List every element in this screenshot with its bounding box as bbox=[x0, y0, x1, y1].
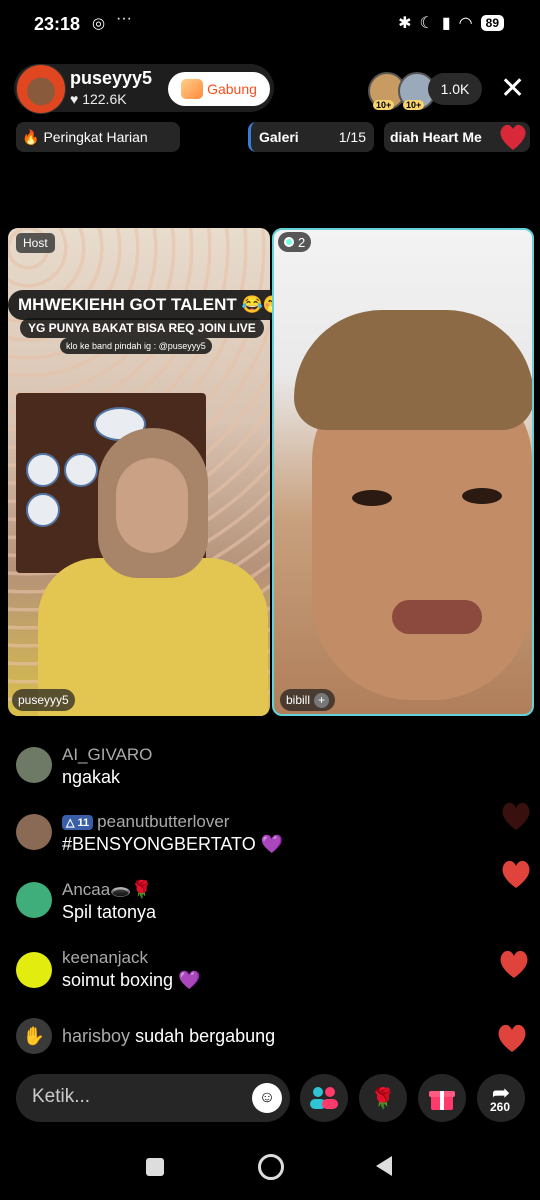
gallery-count: 1/15 bbox=[338, 129, 366, 145]
rose-gift-button[interactable]: 🌹 bbox=[359, 1074, 407, 1122]
guest-eye bbox=[462, 488, 502, 504]
gallery-label: Galeri bbox=[259, 129, 299, 145]
wifi-icon: ◠ bbox=[458, 15, 473, 32]
talent-banner: MHWEKIEHH GOT TALENT 😂🤭 bbox=[8, 290, 294, 320]
rose-icon: 🌹 bbox=[370, 1087, 396, 1110]
commenter-name-row[interactable]: △ 11 peanutbutterlover bbox=[62, 812, 229, 832]
joined-user[interactable]: harisboy bbox=[62, 1026, 130, 1046]
floating-heart-icon bbox=[500, 950, 528, 978]
host-face bbox=[116, 458, 188, 553]
commenter-avatar[interactable] bbox=[16, 882, 52, 918]
heart-me-icon bbox=[500, 124, 526, 150]
signal-icon: ▮ bbox=[441, 15, 451, 32]
more-notifications-icon: ··· bbox=[116, 10, 132, 27]
back-nav-icon[interactable] bbox=[374, 1155, 394, 1177]
system-icons: ✱ ☾ ▮ ◠ 89 bbox=[398, 13, 504, 33]
commenter-avatar[interactable] bbox=[16, 952, 52, 988]
commenter-name[interactable]: Ancaa🕳️🌹 bbox=[62, 880, 153, 900]
commenter-avatar[interactable] bbox=[16, 814, 52, 850]
request-banner: YG PUNYA BAKAT BISA REQ JOIN LIVE bbox=[20, 318, 264, 338]
guest-eye bbox=[352, 490, 392, 506]
follow-plus-icon[interactable]: + bbox=[314, 692, 330, 708]
daily-rank-label: Peringkat Harian bbox=[43, 129, 148, 145]
multi-guest-button[interactable] bbox=[300, 1074, 348, 1122]
level-badge: △ 11 bbox=[62, 814, 94, 830]
host-badge: Host bbox=[16, 233, 55, 253]
comment-input-placeholder[interactable]: Ketik... bbox=[32, 1086, 90, 1108]
share-button[interactable]: ➦ bbox=[477, 1074, 525, 1122]
guest-mouth bbox=[392, 600, 482, 634]
join-label: Gabung bbox=[207, 81, 257, 97]
plate bbox=[26, 453, 60, 487]
guest-indicator-icon bbox=[284, 237, 294, 247]
comment-item[interactable]: Ancaa🕳️🌹 Spil tatonya bbox=[16, 880, 456, 930]
battery-icon: 89 bbox=[480, 15, 504, 31]
home-nav-icon[interactable] bbox=[258, 1154, 284, 1180]
host-avatar[interactable] bbox=[16, 64, 66, 114]
guest-name-label: bibill bbox=[286, 693, 311, 707]
close-icon[interactable]: ✕ bbox=[500, 74, 525, 104]
guests-icon bbox=[310, 1087, 338, 1109]
gallery-chip[interactable]: Galeri 1/15 bbox=[248, 122, 374, 152]
guest-video[interactable] bbox=[272, 228, 534, 716]
host-name-tag[interactable]: puseyyy5 bbox=[12, 689, 75, 711]
commenter-name[interactable]: keenanjack bbox=[62, 948, 148, 968]
comment-text: soimut boxing 💜 bbox=[62, 970, 201, 990]
recents-nav-icon[interactable] bbox=[146, 1158, 164, 1176]
host-likes: ♥ 122.6K bbox=[70, 91, 127, 107]
clock: 23:18 bbox=[34, 14, 81, 34]
guest-count: 2 bbox=[298, 234, 306, 250]
join-event-text: harisboy sudah bergabung bbox=[62, 1026, 275, 1047]
host-person bbox=[38, 428, 268, 716]
status-bar: 23:18 ◎ ··· ✱ ☾ ▮ ◠ 89 bbox=[0, 0, 540, 50]
join-button[interactable]: Gabung bbox=[168, 72, 270, 106]
daily-rank-chip[interactable]: 🔥 Peringkat Harian bbox=[16, 122, 180, 152]
bluetooth-icon: ✱ bbox=[398, 15, 412, 32]
viewer-count[interactable]: 1.0K bbox=[428, 73, 482, 105]
host-name-tag-label: puseyyy5 bbox=[18, 693, 69, 707]
joined-text: sudah bergabung bbox=[135, 1026, 276, 1046]
flame-icon: 🔥 bbox=[22, 128, 40, 145]
comment-text: Spil tatonya bbox=[62, 902, 157, 922]
floating-heart-icon bbox=[498, 1024, 526, 1052]
gift-icon bbox=[429, 1091, 455, 1110]
comment-item[interactable]: △ 11 peanutbutterlover #BENSYONGBERTATO … bbox=[16, 812, 456, 862]
heart-me-label: diah Heart Me bbox=[390, 129, 482, 145]
guest-count-badge: 2 bbox=[278, 232, 312, 252]
plate bbox=[26, 493, 60, 527]
guest-name-tag[interactable]: bibill + bbox=[280, 689, 336, 711]
comment-text: ngakak bbox=[62, 767, 121, 787]
ig-banner: klo ke band pindah ig : @puseyyy5 bbox=[60, 338, 212, 354]
commenter-name[interactable]: peanutbutterlover bbox=[97, 812, 229, 832]
host-name: puseyyy5 bbox=[70, 68, 153, 88]
guest-hair bbox=[294, 310, 532, 430]
comment-item[interactable]: AI_GIVARO ngakak bbox=[16, 745, 456, 795]
emoji-icon[interactable]: ☺ bbox=[252, 1083, 282, 1113]
wave-hand-icon: ✋ bbox=[16, 1018, 52, 1054]
whatsapp-icon: ◎ bbox=[92, 15, 106, 32]
commenter-name[interactable]: AI_GIVARO bbox=[62, 745, 152, 765]
join-event: ✋ harisboy sudah bergabung bbox=[16, 1018, 456, 1058]
share-count: 260 bbox=[490, 1100, 511, 1114]
heart-me-chip[interactable]: diah Heart Me bbox=[384, 122, 530, 152]
floating-heart-icon bbox=[502, 860, 530, 888]
floating-heart-icon bbox=[502, 802, 530, 830]
comment-item[interactable]: keenanjack soimut boxing 💜 bbox=[16, 948, 456, 1000]
commenter-avatar[interactable] bbox=[16, 747, 52, 783]
gift-button[interactable] bbox=[418, 1074, 466, 1122]
guest-person bbox=[294, 310, 532, 714]
comment-text: #BENSYONGBERTATO 💜 bbox=[62, 834, 284, 854]
join-gift-icon bbox=[181, 79, 204, 99]
top-viewers[interactable]: 10+ 10+ bbox=[368, 72, 436, 110]
dnd-moon-icon: ☾ bbox=[419, 15, 434, 32]
